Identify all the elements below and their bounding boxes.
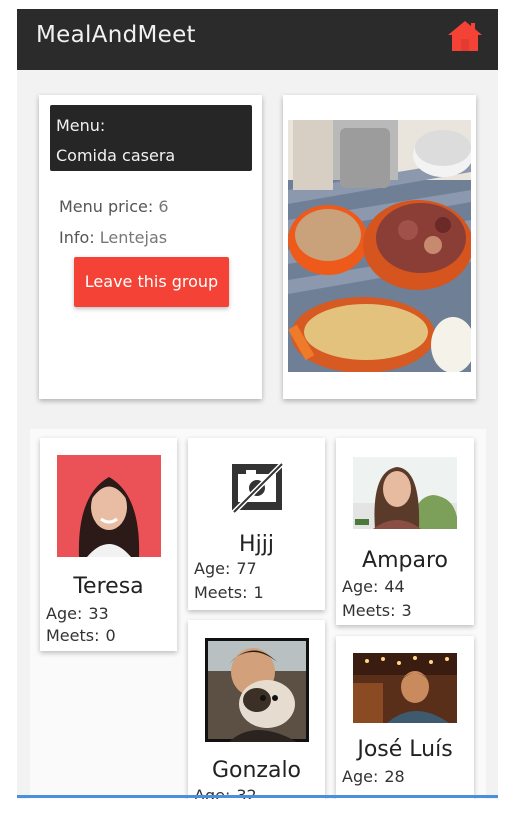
menu-info-row: Info: Lentejas: [59, 228, 167, 247]
menu-price-value: 6: [158, 197, 169, 216]
member-card-amparo[interactable]: Amparo Age: 44 Meets: 3: [336, 438, 474, 625]
age-label: Age:: [194, 559, 231, 578]
app-screen: MealAndMeet Menu: Comida casera Menu pri…: [17, 9, 498, 799]
meets-value: 3: [401, 601, 412, 620]
member-meets-row: Meets: 0: [46, 626, 116, 645]
no-photo-icon: [232, 462, 284, 514]
member-meets-row: Meets: 1: [194, 583, 264, 602]
menu-price-label: Menu price:: [59, 197, 154, 216]
member-name: José Luís: [357, 737, 453, 762]
member-photo: [353, 457, 457, 529]
member-photo: [205, 638, 309, 742]
menu-photo-card: [283, 95, 476, 399]
member-card-teresa[interactable]: Teresa Age: 33 Meets: 0: [40, 438, 177, 651]
member-age-row: Age: 28: [342, 767, 405, 786]
menu-price-row: Menu price: 6: [59, 197, 169, 216]
group-members-section: Teresa Age: 33 Meets: 0 Hjjj Age: 77 Meets:…: [30, 429, 486, 799]
age-value: 44: [384, 577, 405, 596]
age-value: 33: [88, 604, 109, 623]
meets-label: Meets:: [194, 583, 248, 602]
menu-header: Menu: Comida casera: [50, 105, 252, 171]
food-photo[interactable]: [288, 120, 471, 372]
member-photo: [353, 653, 457, 723]
member-card-gonzalo[interactable]: Gonzalo Age: 32: [188, 620, 325, 799]
member-name: Teresa: [73, 574, 144, 599]
meets-value: 0: [105, 626, 116, 645]
age-value: 77: [236, 559, 257, 578]
top-app-bar: MealAndMeet: [17, 9, 498, 70]
member-meets-row: Meets: 3: [342, 601, 412, 620]
member-age-row: Age: 33: [46, 604, 109, 623]
age-label: Age:: [342, 577, 379, 596]
meets-label: Meets:: [46, 626, 100, 645]
meets-value: 1: [253, 583, 264, 602]
menu-info-value: Lentejas: [99, 228, 168, 247]
age-label: Age:: [342, 767, 379, 786]
member-photo: [57, 455, 161, 557]
app-title: MealAndMeet: [36, 22, 196, 48]
member-age-row: Age: 77: [194, 559, 257, 578]
member-age-row: Age: 44: [342, 577, 405, 596]
member-card-jose-luis[interactable]: José Luís Age: 28: [336, 636, 474, 799]
home-button[interactable]: [447, 20, 483, 52]
age-label: Age:: [46, 604, 83, 623]
member-name: Gonzalo: [211, 758, 302, 783]
member-name: Amparo: [362, 548, 448, 573]
menu-info-label: Info:: [59, 228, 95, 247]
menu-heading: Menu:: [56, 116, 106, 135]
leave-group-button[interactable]: Leave this group: [74, 257, 229, 307]
age-value: 28: [384, 767, 405, 786]
member-card-hjjj[interactable]: Hjjj Age: 77 Meets: 1: [188, 438, 325, 610]
meets-label: Meets:: [342, 601, 396, 620]
member-name: Hjjj: [239, 532, 274, 557]
menu-card: Menu: Comida casera Menu price: 6 Info: …: [39, 95, 262, 399]
home-icon: [448, 21, 482, 51]
bottom-scroll-edge: [17, 795, 498, 798]
menu-name: Comida casera: [56, 146, 176, 165]
